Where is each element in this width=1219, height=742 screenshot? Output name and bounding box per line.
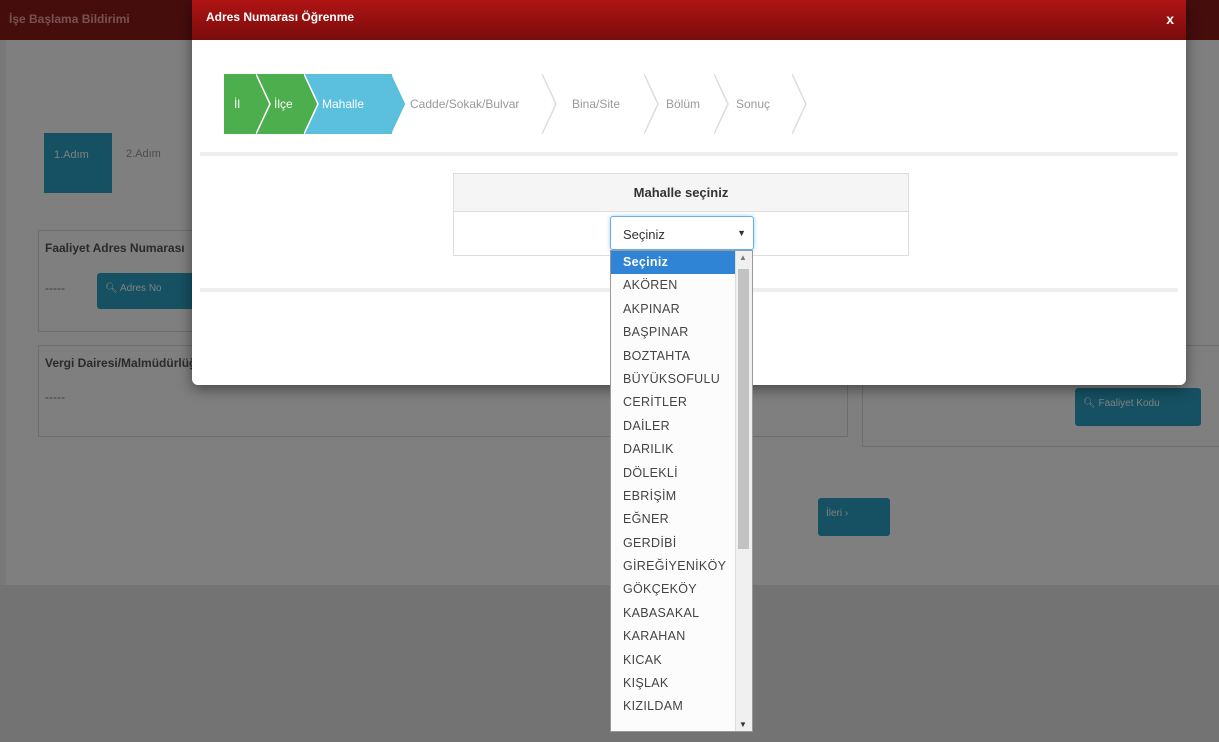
wizard-step-label: Cadde/Sokak/Bulvar	[410, 97, 520, 111]
dropdown-option[interactable]: DAİLER	[611, 415, 736, 438]
wizard-step-label: İl	[234, 97, 240, 111]
dropdown-option[interactable]: KABASAKAL	[611, 602, 736, 625]
scroll-up-icon[interactable]: ▲	[739, 253, 747, 262]
dropdown-option[interactable]: AKPINAR	[611, 298, 736, 321]
dropdown-option[interactable]: BÜYÜKSOFULU	[611, 368, 736, 391]
chevron-separator-icon	[714, 74, 729, 134]
wizard-step-5[interactable]: Bina/Site	[554, 74, 644, 134]
dropdown-option[interactable]: DÖLEKLİ	[611, 462, 736, 485]
chevron-separator-icon	[304, 74, 319, 134]
dropdown-option[interactable]: KIŞLAK	[611, 672, 736, 695]
wizard-step-label: İlçe	[274, 97, 293, 111]
wizard-step-1[interactable]: İl	[224, 74, 256, 134]
dropdown-option[interactable]: Seçiniz	[611, 251, 736, 275]
modal-header: Adres Numarası Öğrenme x	[192, 0, 1186, 40]
panel-title: Mahalle seçiniz	[454, 174, 908, 212]
wizard-step-label: Bina/Site	[572, 97, 621, 111]
mahalle-panel: Mahalle seçiniz Seçiniz ▼	[453, 173, 909, 256]
close-button[interactable]: x	[1166, 11, 1174, 27]
dropdown-option[interactable]: AKÖREN	[611, 274, 736, 297]
scrollbar[interactable]: ▲ ▼	[735, 251, 752, 731]
chevron-separator-icon	[542, 74, 557, 134]
mahalle-select[interactable]: Seçiniz ▼	[610, 216, 754, 250]
dropdown-option[interactable]: BOZTAHTA	[611, 345, 736, 368]
dropdown-option[interactable]: KICAK	[611, 649, 736, 672]
dropdown-option[interactable]: CERİTLER	[611, 391, 736, 414]
dropdown-option[interactable]: GERDİBİ	[611, 532, 736, 555]
dropdown-option[interactable]: KARAHAN	[611, 625, 736, 648]
chevron-separator-icon	[644, 74, 659, 134]
mahalle-dropdown-list[interactable]: Seçiniz AKÖREN AKPINAR BAŞPINAR BOZTAHTA BÜYÜ…	[610, 250, 753, 732]
scrollbar-thumb[interactable]	[738, 269, 749, 549]
dropdown-option[interactable]: BAŞPINAR	[611, 321, 736, 344]
chevron-separator-icon	[256, 74, 271, 134]
select-value: Seçiniz	[623, 227, 665, 242]
chevron-separator-icon	[792, 74, 807, 134]
dropdown-option[interactable]: EĞNER	[611, 508, 736, 531]
divider	[200, 152, 1178, 156]
wizard-step-label: Bölüm	[666, 97, 701, 111]
wizard-step-label: Mahalle	[322, 97, 365, 111]
chevron-separator-icon	[392, 74, 407, 134]
caret-down-icon: ▼	[737, 228, 746, 238]
modal-title: Adres Numarası Öğrenme	[206, 10, 355, 24]
dropdown-option[interactable]: GÖKÇEKÖY	[611, 578, 736, 601]
wizard-step-4[interactable]: Cadde/Sokak/Bulvar	[392, 74, 542, 134]
dropdown-option[interactable]: KIZILDAM	[611, 695, 736, 718]
wizard-step-label: Sonuç	[736, 97, 771, 111]
scroll-down-icon[interactable]: ▼	[739, 720, 747, 729]
dropdown-option[interactable]: GİREĞİYENİKÖY	[611, 555, 736, 578]
dropdown-option[interactable]: EBRİŞİM	[611, 485, 736, 508]
dropdown-option[interactable]: DARILIK	[611, 438, 736, 461]
